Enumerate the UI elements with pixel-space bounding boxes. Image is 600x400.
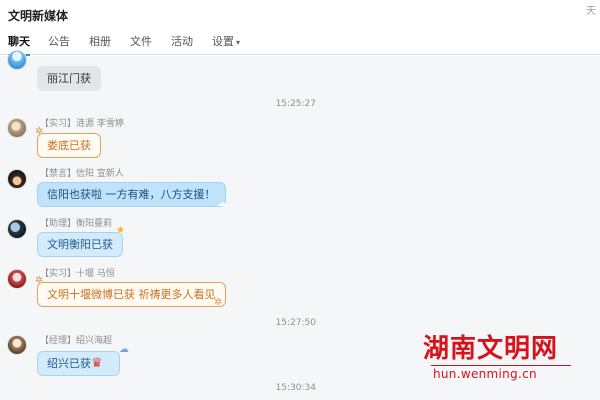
- message-bubble[interactable]: 信阳也获啦 一方有难，八方支援！: [37, 182, 226, 207]
- timestamp: 15:25:27: [275, 99, 316, 109]
- cloud-icon: ☁: [119, 344, 129, 355]
- sparkle-icon: ✲: [214, 297, 223, 308]
- window-title: 文明新媒体: [8, 9, 69, 23]
- message-bubble[interactable]: 文明十堰微博已获 祈祷更多人看见: [37, 282, 226, 307]
- watermark-logo: 湖南文明网: [423, 334, 559, 364]
- timestamp: 15:30:34: [275, 383, 316, 393]
- avatar-puppy-icon[interactable]: [7, 118, 27, 138]
- watermark-divider: [431, 365, 571, 366]
- tab-announcements[interactable]: 公告: [48, 33, 70, 55]
- tab-activities-label: 活动: [171, 35, 193, 48]
- avatar-red-icon[interactable]: [7, 269, 27, 289]
- tab-chat-label: 聊天: [8, 35, 30, 48]
- tab-announcements-label: 公告: [48, 35, 70, 48]
- message-text: 绍兴已获: [47, 357, 91, 370]
- sender-name: 【实习】涟源 李雪婷: [40, 119, 124, 129]
- tab-settings-label: 设置: [212, 35, 234, 48]
- gift-icon: ♛: [91, 356, 103, 371]
- avatar-cat-icon[interactable]: [7, 335, 27, 355]
- watermark-url: hun.wenming.cn: [433, 367, 537, 381]
- tab-activities[interactable]: 活动: [171, 33, 193, 55]
- avatar-girl-icon[interactable]: [7, 169, 27, 189]
- message-bubble[interactable]: 娄底已获: [37, 133, 101, 158]
- message-bubble[interactable]: 文明衡阳已获: [37, 232, 123, 257]
- message-bubble[interactable]: 丽江门获: [37, 66, 101, 91]
- tab-album[interactable]: 相册: [89, 33, 111, 55]
- sender-name: 【助理】衡阳蔓莉: [40, 219, 113, 229]
- timestamp: 15:27:50: [275, 318, 316, 328]
- avatar-blue-icon[interactable]: [7, 50, 27, 70]
- corner-text: 天: [586, 6, 596, 17]
- message-bubble[interactable]: 绍兴已获: [37, 351, 120, 376]
- cloud-icon: ☁: [217, 198, 227, 209]
- chevron-down-icon: ▾: [236, 38, 241, 47]
- tab-files[interactable]: 文件: [130, 33, 152, 55]
- tab-files-label: 文件: [130, 35, 152, 48]
- tab-bar: 聊天 公告 相册 文件 活动 设置 ▾: [0, 33, 600, 56]
- sender-name: 【禁言】信阳 宣新人: [40, 169, 124, 179]
- tab-album-label: 相册: [89, 35, 111, 48]
- avatar-dark-icon[interactable]: [7, 219, 27, 239]
- sender-name: 【经理】绍兴海超: [40, 336, 113, 346]
- tab-settings[interactable]: 设置 ▾: [212, 33, 240, 55]
- star-icon: ★: [116, 225, 125, 236]
- sender-name: 【实习】十堰 马恒: [40, 269, 115, 279]
